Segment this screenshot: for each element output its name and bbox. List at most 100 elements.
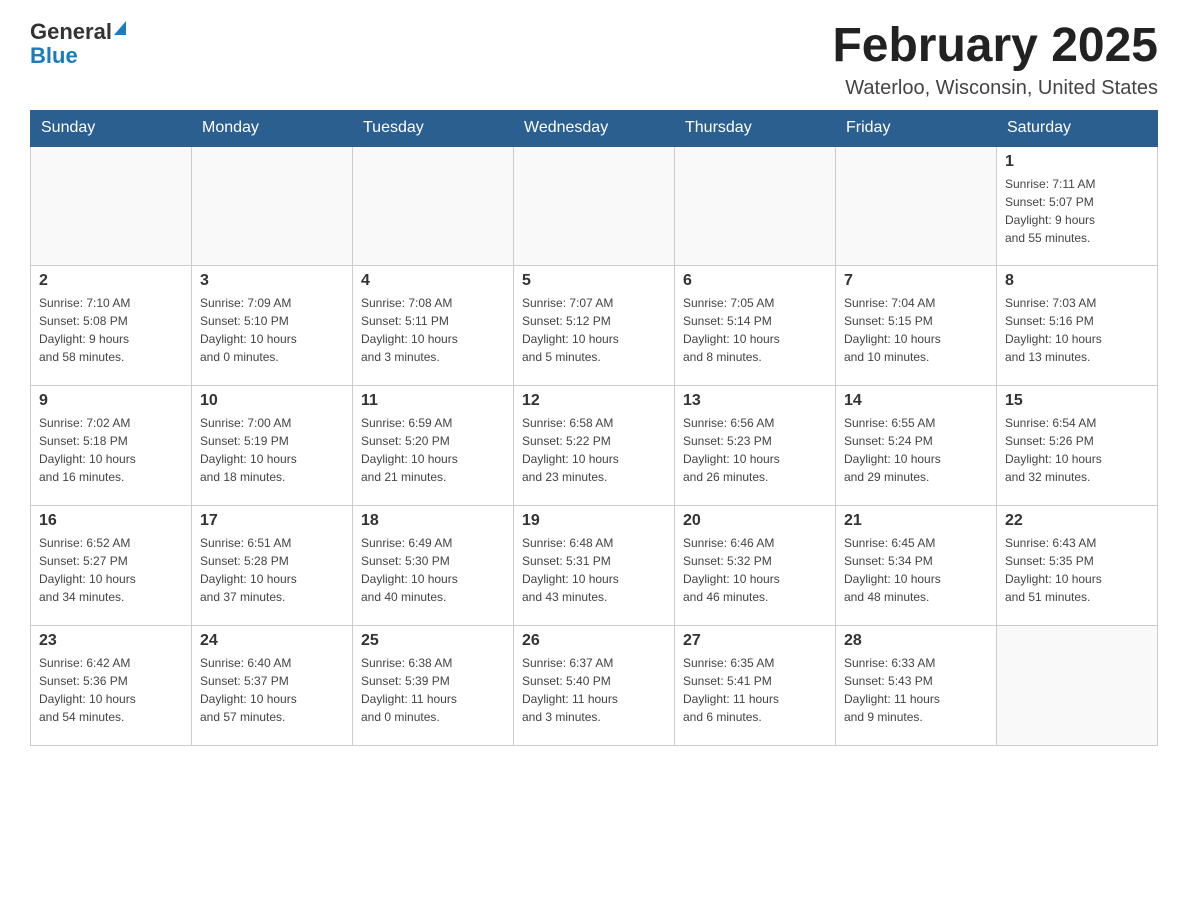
calendar-cell: 4 Sunrise: 7:08 AMSunset: 5:11 PMDaylight… xyxy=(353,266,514,386)
calendar-cell: 27 Sunrise: 6:35 AMSunset: 5:41 PMDayligh… xyxy=(675,626,836,746)
weekday-header-tuesday: Tuesday xyxy=(353,110,514,146)
day-info: Sunrise: 6:43 AMSunset: 5:35 PMDaylight:… xyxy=(1005,534,1149,606)
day-number: 26 xyxy=(522,632,666,650)
day-info: Sunrise: 7:07 AMSunset: 5:12 PMDaylight:… xyxy=(522,294,666,366)
calendar-title: February 2025 xyxy=(832,20,1158,73)
day-number: 4 xyxy=(361,272,505,290)
calendar-body: 1Sunrise: 7:11 AMSunset: 5:07 PMDaylight… xyxy=(31,146,1158,746)
calendar-cell: 11Sunrise: 6:59 AMSunset: 5:20 PMDayligh… xyxy=(353,386,514,506)
calendar-cell: 20 Sunrise: 6:46 AMSunset: 5:32 PMDayligh… xyxy=(675,506,836,626)
week-row-4: 16 Sunrise: 6:52 AMSunset: 5:27 PMDayligh… xyxy=(31,506,1158,626)
week-row-3: 9 Sunrise: 7:02 AMSunset: 5:18 PMDaylight… xyxy=(31,386,1158,506)
calendar-subtitle: Waterloo, Wisconsin, United States xyxy=(832,77,1158,100)
calendar-cell xyxy=(997,626,1158,746)
weekday-header-friday: Friday xyxy=(836,110,997,146)
day-number: 22 xyxy=(1005,512,1149,530)
calendar-cell xyxy=(31,146,192,266)
week-row-2: 2 Sunrise: 7:10 AMSunset: 5:08 PMDaylight… xyxy=(31,266,1158,386)
day-number: 15 xyxy=(1005,392,1149,410)
calendar-cell: 13 Sunrise: 6:56 AMSunset: 5:23 PMDayligh… xyxy=(675,386,836,506)
day-number: 3 xyxy=(200,272,344,290)
day-number: 25 xyxy=(361,632,505,650)
day-info: Sunrise: 6:38 AMSunset: 5:39 PMDaylight:… xyxy=(361,654,505,726)
calendar-cell: 17Sunrise: 6:51 AMSunset: 5:28 PMDayligh… xyxy=(192,506,353,626)
day-number: 12 xyxy=(522,392,666,410)
day-info: Sunrise: 6:52 AMSunset: 5:27 PMDaylight:… xyxy=(39,534,183,606)
day-info: Sunrise: 6:35 AMSunset: 5:41 PMDaylight:… xyxy=(683,654,827,726)
day-info: Sunrise: 7:04 AMSunset: 5:15 PMDaylight:… xyxy=(844,294,988,366)
day-info: Sunrise: 6:55 AMSunset: 5:24 PMDaylight:… xyxy=(844,414,988,486)
calendar-cell xyxy=(353,146,514,266)
day-number: 18 xyxy=(361,512,505,530)
calendar-cell: 1Sunrise: 7:11 AMSunset: 5:07 PMDaylight… xyxy=(997,146,1158,266)
calendar-cell: 9 Sunrise: 7:02 AMSunset: 5:18 PMDaylight… xyxy=(31,386,192,506)
day-number: 7 xyxy=(844,272,988,290)
day-info: Sunrise: 6:56 AMSunset: 5:23 PMDaylight:… xyxy=(683,414,827,486)
day-number: 20 xyxy=(683,512,827,530)
calendar-cell: 19 Sunrise: 6:48 AMSunset: 5:31 PMDayligh… xyxy=(514,506,675,626)
day-info: Sunrise: 6:33 AMSunset: 5:43 PMDaylight:… xyxy=(844,654,988,726)
day-info: Sunrise: 7:08 AMSunset: 5:11 PMDaylight:… xyxy=(361,294,505,366)
day-number: 28 xyxy=(844,632,988,650)
day-number: 8 xyxy=(1005,272,1149,290)
weekday-header-monday: Monday xyxy=(192,110,353,146)
day-info: Sunrise: 7:10 AMSunset: 5:08 PMDaylight:… xyxy=(39,294,183,366)
calendar-cell: 28 Sunrise: 6:33 AMSunset: 5:43 PMDayligh… xyxy=(836,626,997,746)
day-number: 2 xyxy=(39,272,183,290)
day-info: Sunrise: 6:42 AMSunset: 5:36 PMDaylight:… xyxy=(39,654,183,726)
day-info: Sunrise: 6:45 AMSunset: 5:34 PMDaylight:… xyxy=(844,534,988,606)
calendar-cell: 12 Sunrise: 6:58 AMSunset: 5:22 PMDayligh… xyxy=(514,386,675,506)
day-info: Sunrise: 6:51 AMSunset: 5:28 PMDaylight:… xyxy=(200,534,344,606)
day-info: Sunrise: 6:46 AMSunset: 5:32 PMDaylight:… xyxy=(683,534,827,606)
title-area: February 2025 Waterloo, Wisconsin, Unite… xyxy=(832,20,1158,100)
day-info: Sunrise: 6:58 AMSunset: 5:22 PMDaylight:… xyxy=(522,414,666,486)
calendar-cell: 18 Sunrise: 6:49 AMSunset: 5:30 PMDayligh… xyxy=(353,506,514,626)
calendar-cell: 21 Sunrise: 6:45 AMSunset: 5:34 PMDayligh… xyxy=(836,506,997,626)
day-number: 16 xyxy=(39,512,183,530)
day-number: 23 xyxy=(39,632,183,650)
day-number: 14 xyxy=(844,392,988,410)
weekday-header-saturday: Saturday xyxy=(997,110,1158,146)
logo-blue-text: Blue xyxy=(30,44,126,68)
week-row-1: 1Sunrise: 7:11 AMSunset: 5:07 PMDaylight… xyxy=(31,146,1158,266)
calendar-cell xyxy=(514,146,675,266)
calendar-cell: 16 Sunrise: 6:52 AMSunset: 5:27 PMDayligh… xyxy=(31,506,192,626)
calendar-cell: 2 Sunrise: 7:10 AMSunset: 5:08 PMDaylight… xyxy=(31,266,192,386)
day-number: 10 xyxy=(200,392,344,410)
day-number: 21 xyxy=(844,512,988,530)
calendar-cell: 14 Sunrise: 6:55 AMSunset: 5:24 PMDayligh… xyxy=(836,386,997,506)
day-number: 9 xyxy=(39,392,183,410)
day-number: 6 xyxy=(683,272,827,290)
day-number: 13 xyxy=(683,392,827,410)
day-info: Sunrise: 6:59 AMSunset: 5:20 PMDaylight:… xyxy=(361,414,505,486)
calendar-cell: 22 Sunrise: 6:43 AMSunset: 5:35 PMDayligh… xyxy=(997,506,1158,626)
day-number: 19 xyxy=(522,512,666,530)
day-number: 27 xyxy=(683,632,827,650)
calendar-cell: 8 Sunrise: 7:03 AMSunset: 5:16 PMDaylight… xyxy=(997,266,1158,386)
day-number: 1 xyxy=(1005,153,1149,171)
calendar-cell xyxy=(675,146,836,266)
day-info: Sunrise: 6:48 AMSunset: 5:31 PMDaylight:… xyxy=(522,534,666,606)
calendar-cell: 25 Sunrise: 6:38 AMSunset: 5:39 PMDayligh… xyxy=(353,626,514,746)
day-info: Sunrise: 7:03 AMSunset: 5:16 PMDaylight:… xyxy=(1005,294,1149,366)
calendar-cell: 23 Sunrise: 6:42 AMSunset: 5:36 PMDayligh… xyxy=(31,626,192,746)
calendar-cell xyxy=(192,146,353,266)
calendar-cell: 7 Sunrise: 7:04 AMSunset: 5:15 PMDaylight… xyxy=(836,266,997,386)
day-info: Sunrise: 7:05 AMSunset: 5:14 PMDaylight:… xyxy=(683,294,827,366)
weekday-header-sunday: Sunday xyxy=(31,110,192,146)
day-number: 5 xyxy=(522,272,666,290)
calendar-cell: 6 Sunrise: 7:05 AMSunset: 5:14 PMDaylight… xyxy=(675,266,836,386)
calendar-cell xyxy=(836,146,997,266)
page-header: General Blue February 2025 Waterloo, Wis… xyxy=(30,20,1158,100)
calendar-cell: 26 Sunrise: 6:37 AMSunset: 5:40 PMDayligh… xyxy=(514,626,675,746)
calendar-cell: 15 Sunrise: 6:54 AMSunset: 5:26 PMDayligh… xyxy=(997,386,1158,506)
day-info: Sunrise: 6:49 AMSunset: 5:30 PMDaylight:… xyxy=(361,534,505,606)
day-info: Sunrise: 7:00 AMSunset: 5:19 PMDaylight:… xyxy=(200,414,344,486)
logo: General Blue xyxy=(30,20,126,68)
day-info: Sunrise: 7:02 AMSunset: 5:18 PMDaylight:… xyxy=(39,414,183,486)
week-row-5: 23 Sunrise: 6:42 AMSunset: 5:36 PMDayligh… xyxy=(31,626,1158,746)
day-info: Sunrise: 6:37 AMSunset: 5:40 PMDaylight:… xyxy=(522,654,666,726)
day-info: Sunrise: 6:54 AMSunset: 5:26 PMDaylight:… xyxy=(1005,414,1149,486)
calendar-cell: 3Sunrise: 7:09 AMSunset: 5:10 PMDaylight… xyxy=(192,266,353,386)
calendar-cell: 24Sunrise: 6:40 AMSunset: 5:37 PMDayligh… xyxy=(192,626,353,746)
